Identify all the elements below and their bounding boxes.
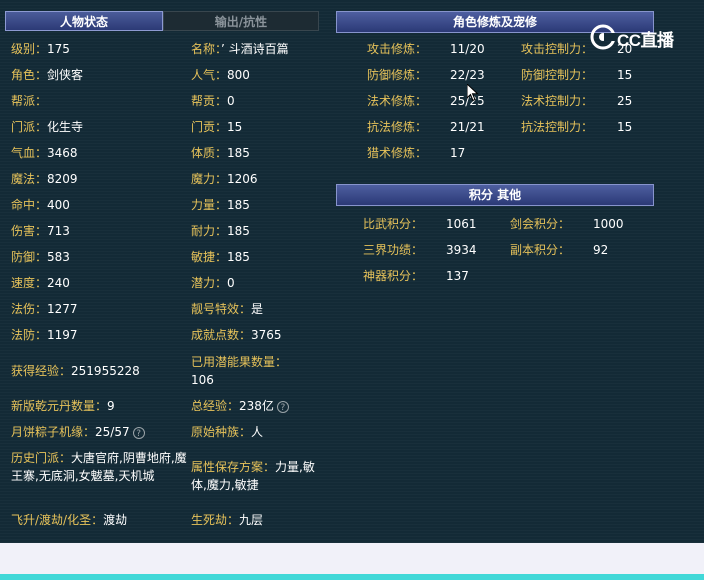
cultivation-resist-magic: 抗法修炼： <box>367 120 428 134</box>
cultivation-resist-magic-value: 21/21 <box>450 120 485 134</box>
stat-potential-fruit: 已用潜能果数量： 106 <box>191 355 288 387</box>
control-defense-value: 15 <box>617 68 633 82</box>
help-icon[interactable]: ? <box>132 426 145 439</box>
stat-level: 级别：175 <box>11 42 70 56</box>
points-sword-meet: 剑会积分： <box>510 217 571 231</box>
help-icon[interactable]: ? <box>276 400 289 413</box>
stat-agility: 敏捷：185 <box>191 250 250 264</box>
stat-constitution: 体质：185 <box>191 146 250 160</box>
stat-endurance: 耐力：185 <box>191 224 250 238</box>
stat-potential: 潜力：0 <box>191 276 235 290</box>
stat-damage: 伤害：713 <box>11 224 70 238</box>
mouse-cursor-icon <box>466 82 479 106</box>
cultivation-defense-value: 22/23 <box>450 68 485 82</box>
stat-school: 门派：化生寺 <box>11 120 84 134</box>
stat-qianyuan-pill: 新版乾元丹数量：9 <box>11 399 115 413</box>
cultivation-attack: 攻击修炼： <box>367 42 428 56</box>
control-resist-magic-value: 15 <box>617 120 633 134</box>
cultivation-attack-value: 11/20 <box>450 42 485 56</box>
stat-life-death-trial: 生死劫：九层 <box>191 513 264 527</box>
points-three-realms: 三界功绩： <box>363 243 424 257</box>
points-section-header: 积分 其他 <box>336 184 654 206</box>
control-magic-value: 25 <box>617 94 633 108</box>
watermark-text: CC直播 <box>617 31 674 50</box>
tab-output-resistance[interactable]: 输出/抗性 <box>163 11 319 31</box>
points-artifact: 神器积分： <box>363 269 424 283</box>
stat-speed: 速度：240 <box>11 276 70 290</box>
points-sword-meet-value: 1000 <box>593 217 624 231</box>
points-dungeon-value: 92 <box>593 243 609 257</box>
stat-hit: 命中：400 <box>11 198 70 212</box>
points-arena-value: 1061 <box>446 217 477 231</box>
stat-mooncake-chance: 月饼粽子机缘：25/57? <box>11 423 145 441</box>
control-attack: 攻击控制力： <box>521 42 594 56</box>
stat-experience: 获得经验：251955228 <box>11 364 140 378</box>
points-arena: 比武积分： <box>363 217 424 231</box>
stat-history-school: 历史门派：大唐官府,阴曹地府,魔王寨,无底洞,女魃墓,天机城 <box>11 451 187 483</box>
points-dungeon: 副本积分： <box>510 243 571 257</box>
cultivation-hunting-value: 17 <box>450 146 466 160</box>
stat-popularity: 人气：800 <box>191 68 250 82</box>
stat-hp: 气血：3468 <box>11 146 78 160</box>
points-three-realms-value: 3934 <box>446 243 477 257</box>
cultivation-magic: 法术修炼： <box>367 94 428 108</box>
stat-strength: 力量：185 <box>191 198 250 212</box>
control-resist-magic: 抗法控制力： <box>521 120 594 134</box>
footer-accent-line <box>0 574 704 580</box>
stat-defense: 防御：583 <box>11 250 70 264</box>
stat-school-contribution: 门贡：15 <box>191 120 243 134</box>
stat-special-id-effect: 靓号特效：是 <box>191 302 264 316</box>
stat-guild: 帮派： <box>11 94 48 108</box>
stat-magic-damage: 法伤：1277 <box>11 302 78 316</box>
stat-role: 角色：剑侠客 <box>11 68 84 82</box>
footer-strip <box>0 543 704 574</box>
control-defense: 防御控制力： <box>521 68 594 82</box>
stat-ascension: 飞升/渡劫/化圣：渡劫 <box>11 513 128 527</box>
cc-live-logo-icon <box>590 24 616 54</box>
stat-magic-defense: 法防：1197 <box>11 328 78 342</box>
stat-magic-power: 魔力：1206 <box>191 172 258 186</box>
cc-live-watermark: CC直播 <box>590 24 704 52</box>
stat-achievement-points: 成就点数：3765 <box>191 328 282 342</box>
stat-name: 名称：’ 斗酒诗百篇 <box>191 42 289 56</box>
stat-mp: 魔法：8209 <box>11 172 78 186</box>
stat-original-race: 原始种族：人 <box>191 425 264 439</box>
cultivation-hunting: 猎术修炼： <box>367 146 428 160</box>
character-info-panel: 人物状态 输出/抗性 级别：175 角色：剑侠客 帮派： 门派：化生寺 气血：3… <box>0 0 704 543</box>
control-magic: 法术控制力： <box>521 94 594 108</box>
stat-total-experience: 总经验：238亿? <box>191 397 289 415</box>
stat-guild-contribution: 帮贡：0 <box>191 94 235 108</box>
stat-attribute-plan: 属性保存方案：力量,敏体,魔力,敏捷 <box>191 460 315 492</box>
points-artifact-value: 137 <box>446 269 469 283</box>
cultivation-defense: 防御修炼： <box>367 68 428 82</box>
tab-character-status[interactable]: 人物状态 <box>5 11 163 31</box>
